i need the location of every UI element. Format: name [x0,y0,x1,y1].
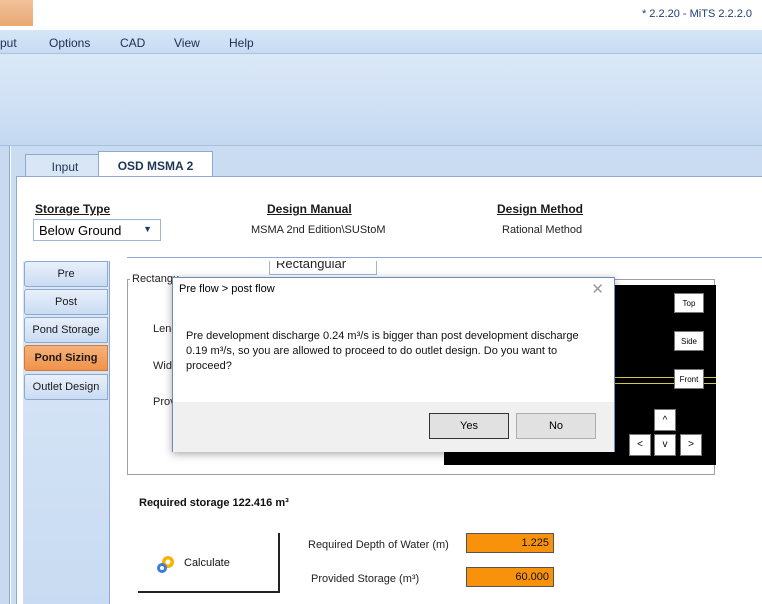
design-manual-value: MSMA 2nd Edition\SUStoM [251,224,386,236]
pan-up-button[interactable]: ^ [654,409,676,431]
provided-storage-value: 60.000 [466,567,554,587]
view-front-button[interactable]: Front [674,369,704,389]
design-manual-header: Design Manual [267,202,352,216]
dialog-title: Pre flow > post flow [179,283,275,295]
tab-osd-msma2[interactable]: OSD MSMA 2 [98,151,213,177]
dialog-footer: Yes No [173,402,614,452]
depth-value: 1.225 [466,533,554,553]
pan-down-button[interactable]: v [654,434,676,456]
yes-button[interactable]: Yes [429,413,509,439]
chevron-down-icon: ▼ [143,224,152,234]
ribbon [0,54,762,146]
required-storage-text: Required storage 122.416 m³ [139,497,289,509]
dialog-message: Pre development discharge 0.24 m³/s is b… [186,330,579,372]
no-button[interactable]: No [516,413,596,439]
menu-item-help[interactable]: Help [229,36,254,50]
pan-right-button[interactable]: > [680,434,702,456]
side-tab-post[interactable]: Post [24,289,108,315]
left-splitter[interactable] [0,146,10,604]
confirm-dialog: Pre flow > post flow ✕ Pre development d… [172,277,615,452]
view-top-button[interactable]: Top [674,293,704,313]
calculate-label: Calculate [184,557,230,569]
storage-type-select[interactable]: Below Ground ▼ [33,219,161,241]
gear-icon [157,556,174,573]
menu-item-options[interactable]: Options [49,36,90,50]
menu-item-input[interactable]: put [0,36,17,50]
design-method-header: Design Method [497,202,583,216]
version-label: * 2.2.20 - MiTS 2.2.2.0 [641,8,752,20]
view-side-button[interactable]: Side [674,331,704,351]
shape-select[interactable]: Rectangular [269,261,377,275]
menu-bar: put Options CAD View Help [0,30,762,57]
storage-type-value: Below Ground [39,223,122,238]
provided-storage-label: Provided Storage (m³) [311,573,420,585]
side-tab-pond-storage[interactable]: Pond Storage [24,317,108,343]
pan-left-button[interactable]: < [629,434,651,456]
divider [127,257,762,258]
close-icon[interactable]: ✕ [591,280,604,298]
menu-item-view[interactable]: View [174,36,200,50]
storage-type-header: Storage Type [35,202,111,216]
title-bar: * 2.2.20 - MiTS 2.2.2.0 [0,0,762,30]
tab-input[interactable]: Input [25,154,105,177]
calculate-button[interactable]: Calculate [138,533,280,593]
depth-label: Required Depth of Water (m) [308,539,449,551]
side-tab-pre[interactable]: Pre [24,261,108,287]
side-tab-outlet-design[interactable]: Outlet Design [24,374,108,400]
design-method-value: Rational Method [502,224,583,236]
menu-item-cad[interactable]: CAD [120,36,145,50]
side-tab-pond-sizing[interactable]: Pond Sizing [24,345,108,371]
app-icon[interactable] [0,0,33,26]
